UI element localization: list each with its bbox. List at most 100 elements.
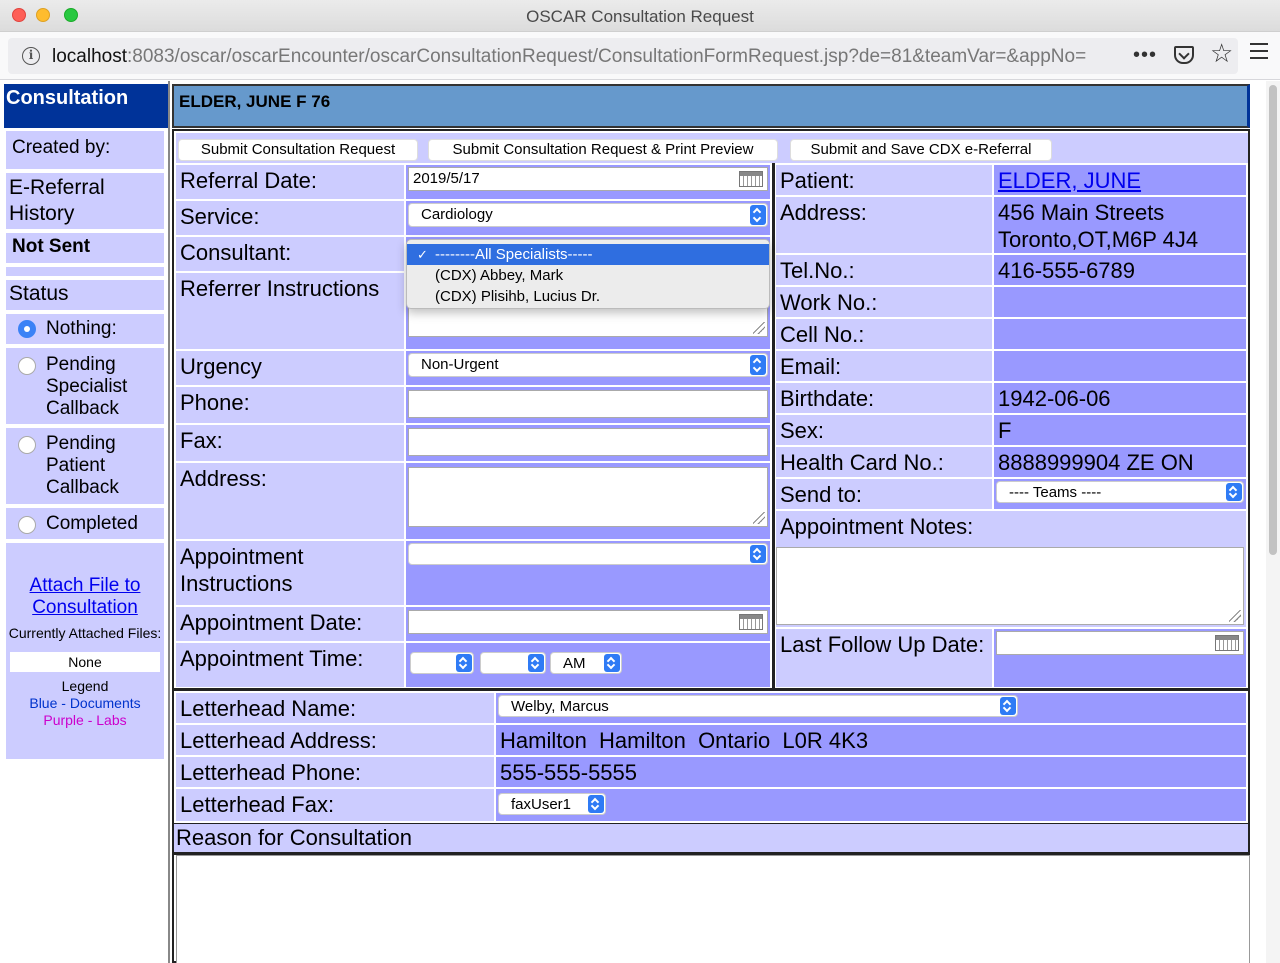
- reason-for-consultation-textarea[interactable]: [176, 855, 1250, 963]
- chevron-updown-icon: [456, 654, 472, 672]
- consultant-option[interactable]: (CDX) Plisihb, Lucius Dr.: [407, 286, 769, 307]
- radio-pending-patient[interactable]: [18, 436, 36, 454]
- created-by-label: Created by:: [6, 131, 164, 169]
- sidebar-brand: Consultation: [4, 84, 168, 128]
- service-select[interactable]: Cardiology: [408, 203, 768, 227]
- url-text[interactable]: localhost:8083/oscar/oscarEncounter/osca…: [52, 46, 1086, 68]
- legend-labs: Purple - Labs: [43, 712, 127, 728]
- attach-file-link[interactable]: Attach File to Consultation: [6, 575, 164, 619]
- service-cell: Cardiology: [406, 201, 770, 235]
- status-title: Status: [6, 280, 164, 310]
- last-follow-up-input[interactable]: [996, 631, 1244, 655]
- section-divider: [174, 688, 1248, 691]
- consultant-dropdown[interactable]: ✓ --------All Specialists----- (CDX) Abb…: [406, 239, 770, 309]
- appointment-instructions-select[interactable]: [408, 543, 768, 565]
- page-scrollbar[interactable]: [1266, 81, 1280, 963]
- urgency-select[interactable]: Non-Urgent: [408, 353, 768, 377]
- referral-date-input[interactable]: 2019/5/17: [408, 167, 768, 191]
- submit-cdx-ereferral-button[interactable]: Submit and Save CDX e-Referral: [790, 139, 1052, 161]
- health-card-label: Health Card No.:: [776, 447, 992, 477]
- radio-pending-specialist[interactable]: [18, 357, 36, 375]
- hamburger-menu-icon[interactable]: [1250, 43, 1268, 59]
- ereferral-history-label: E-Referral History: [6, 173, 164, 229]
- letterhead-fax-select[interactable]: faxUser1: [498, 793, 606, 815]
- currently-attached-label: Currently Attached Files:: [8, 625, 162, 641]
- chevron-updown-icon: [1226, 483, 1242, 501]
- referral-date-cell: 2019/5/17: [406, 165, 770, 199]
- health-card-value: 8888999904 ZE ON: [994, 447, 1246, 477]
- work-no-value: [994, 287, 1246, 317]
- letterhead-name-value: Welby, Marcus: [511, 698, 609, 715]
- checkmark-icon: ✓: [417, 247, 428, 262]
- referrer-instructions-label: Referrer Instructions: [176, 273, 404, 349]
- pocket-icon[interactable]: [1174, 46, 1194, 64]
- letterhead-address-value: Hamilton Hamilton Ontario L0R 4K3: [496, 725, 1246, 755]
- work-no-label: Work No.:: [776, 287, 992, 317]
- appointment-date-input[interactable]: [408, 610, 768, 634]
- consultant-option-label: (CDX) Abbey, Mark: [435, 267, 564, 284]
- status-option-label: Pending Patient Callback: [46, 433, 119, 498]
- fax-input[interactable]: [408, 428, 768, 456]
- consultant-label: Consultant:: [176, 237, 404, 271]
- patient-address-cell: 456 Main Streets Toronto,OT,M6P 4J4: [994, 197, 1246, 253]
- status-option-label: Nothing:: [46, 318, 117, 339]
- radio-completed[interactable]: [18, 516, 36, 534]
- status-option-completed[interactable]: Completed: [6, 508, 164, 539]
- submit-print-preview-button[interactable]: Submit Consultation Request & Print Prev…: [428, 139, 778, 161]
- patient-name-link[interactable]: ELDER, JUNE: [998, 168, 1141, 193]
- resize-handle-icon[interactable]: [753, 512, 765, 524]
- legend-title: Legend: [61, 678, 109, 694]
- chevron-updown-icon: [1000, 697, 1016, 715]
- url-path: :8083/oscar/oscarEncounter/oscarConsulta…: [127, 46, 1087, 67]
- radio-nothing[interactable]: [18, 320, 36, 338]
- letterhead-name-label: Letterhead Name:: [176, 693, 494, 723]
- letterhead-fax-cell: faxUser1: [496, 789, 1246, 821]
- bookmark-star-icon[interactable]: ☆: [1210, 38, 1233, 69]
- chevron-updown-icon: [750, 355, 766, 375]
- consultant-option-label: (CDX) Plisihb, Lucius Dr.: [435, 288, 601, 305]
- appointment-instructions-cell: [406, 541, 770, 605]
- patient-banner: ELDER, JUNE F 76: [172, 84, 1250, 128]
- calendar-icon[interactable]: [739, 614, 763, 630]
- calendar-icon[interactable]: [739, 171, 763, 187]
- letterhead-name-select[interactable]: Welby, Marcus: [498, 695, 1018, 717]
- appointment-date-cell: [406, 607, 770, 641]
- site-info-icon[interactable]: i: [22, 47, 40, 65]
- appointment-time-label: Appointment Time:: [176, 643, 404, 687]
- scrollbar-thumb[interactable]: [1269, 85, 1277, 555]
- address-bar[interactable]: i localhost:8083/oscar/oscarEncounter/os…: [8, 38, 1238, 74]
- status-option-pending-specialist[interactable]: Pending Specialist Callback: [6, 348, 164, 424]
- consultant-option[interactable]: ✓ --------All Specialists-----: [407, 244, 769, 265]
- appointment-notes-label: Appointment Notes:: [776, 511, 1246, 543]
- chevron-updown-icon: [750, 545, 766, 563]
- status-option-nothing[interactable]: Nothing:: [6, 314, 164, 344]
- sidebar-spacer: [6, 267, 164, 276]
- calendar-icon[interactable]: [1215, 635, 1239, 651]
- appointment-ampm-select[interactable]: AM: [550, 652, 622, 674]
- browser-toolbar: i localhost:8083/oscar/oscarEncounter/os…: [0, 32, 1280, 80]
- appointment-hour-select[interactable]: [410, 652, 474, 674]
- appointment-notes-textarea[interactable]: [776, 547, 1244, 625]
- letterhead-address-label: Letterhead Address:: [176, 725, 494, 755]
- submit-consultation-button[interactable]: Submit Consultation Request: [178, 139, 418, 161]
- address-cell: [406, 463, 770, 539]
- resize-handle-icon[interactable]: [753, 322, 765, 334]
- letterhead-fax-label: Letterhead Fax:: [176, 789, 494, 821]
- phone-input[interactable]: [408, 390, 768, 418]
- email-value: [994, 351, 1246, 381]
- appointment-time-cell: AM: [406, 643, 770, 687]
- chevron-updown-icon: [604, 654, 620, 672]
- status-option-pending-patient[interactable]: Pending Patient Callback: [6, 428, 164, 504]
- resize-handle-icon[interactable]: [1229, 610, 1241, 622]
- consultant-option[interactable]: (CDX) Abbey, Mark: [407, 265, 769, 286]
- address-textarea[interactable]: [408, 467, 768, 527]
- page-actions-icon[interactable]: •••: [1133, 44, 1157, 67]
- chevron-updown-icon: [588, 795, 604, 813]
- reason-for-consultation-title: Reason for Consultation: [174, 824, 1248, 852]
- appointment-minute-select[interactable]: [480, 652, 546, 674]
- address-label: Address:: [176, 463, 404, 539]
- patient-address-line2: Toronto,OT,M6P 4J4: [998, 227, 1199, 252]
- referral-date-value: 2019/5/17: [413, 170, 480, 187]
- letterhead-phone-value: 555-555-5555: [496, 757, 1246, 787]
- send-to-select[interactable]: ---- Teams ----: [996, 481, 1244, 503]
